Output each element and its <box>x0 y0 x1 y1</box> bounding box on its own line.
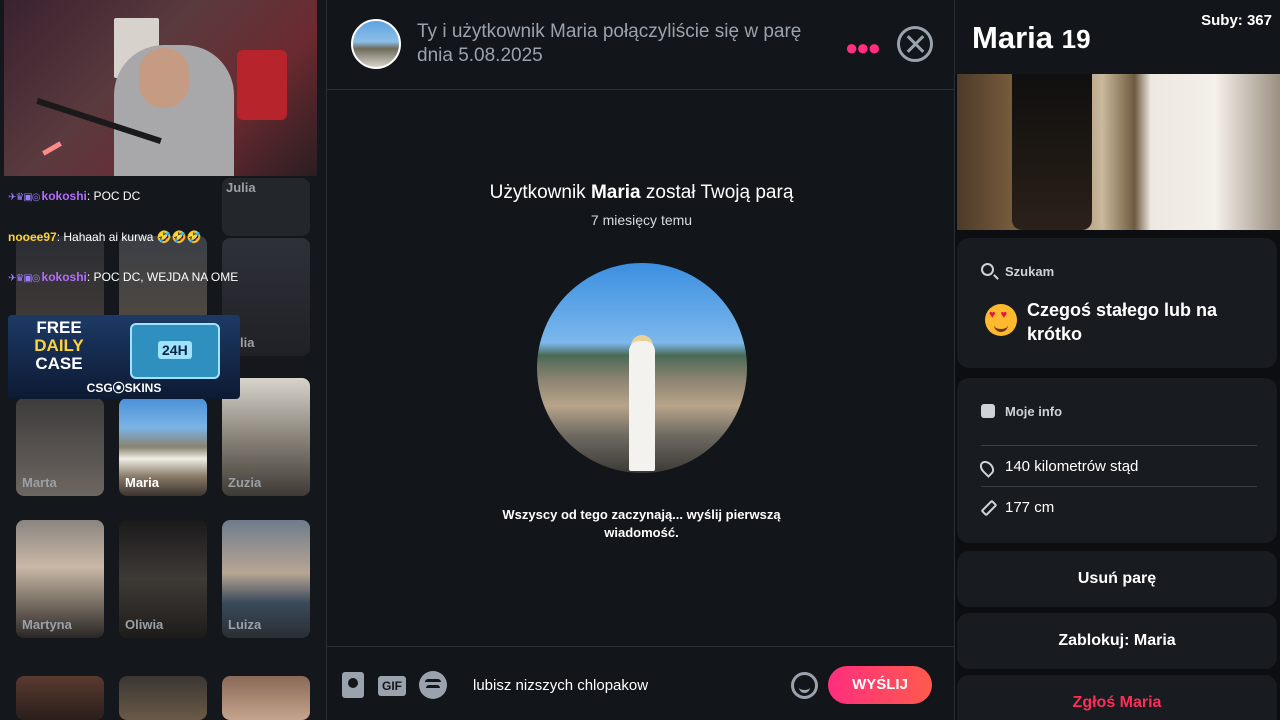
promo-brand: CSG⦿SKINS <box>86 381 162 395</box>
report-button[interactable]: Zgłoś Maria <box>957 675 1277 720</box>
streamer-webcam <box>4 0 317 176</box>
info-label: Moje info <box>1005 404 1063 419</box>
match-name: Maria <box>590 182 641 203</box>
profile-header: Maria 19 Suby: 367 <box>955 0 1280 74</box>
profile-age: 19 <box>1061 24 1091 54</box>
tile-name: Oliwia <box>125 617 164 632</box>
case-box-icon: 24H <box>130 323 220 379</box>
spotify-icon[interactable] <box>419 671 447 699</box>
profile-panel: Maria 19 Suby: 367 Szukam Czegoś stałego… <box>955 0 1280 720</box>
contact-card-icon[interactable] <box>342 672 364 698</box>
tile-name: Zuzia <box>228 475 262 490</box>
match-photo[interactable] <box>537 263 747 473</box>
grid-tile[interactable] <box>222 676 310 720</box>
close-conversation-icon[interactable] <box>897 26 933 62</box>
more-options-icon[interactable]: ●●● <box>845 35 881 61</box>
heart-eyes-emoji-icon <box>985 304 1017 336</box>
chat-username: kokoshi <box>41 189 87 203</box>
grid-tile-oliwia[interactable]: Oliwia <box>119 520 207 638</box>
tile-name: Luiza <box>228 617 262 632</box>
chat-text: : POC DC <box>86 189 141 203</box>
stream-overlay-column: Julia lia Marta Maria Zuzia Martyna Oliw… <box>0 0 326 720</box>
tile-name: Martyna <box>22 617 72 632</box>
seeking-value: Czegoś stałego lub na krótko <box>1027 300 1218 344</box>
promo-line: FREE <box>36 318 82 337</box>
tile-name: Marta <box>22 475 57 490</box>
conversation-header-text: Ty i użytkownik Maria połączyliście się … <box>417 21 802 66</box>
chat-text: : POC DC, WEJDA NA OME <box>86 270 239 284</box>
block-button[interactable]: Zablokuj: Maria <box>957 613 1277 669</box>
conversation-header: Ty i użytkownik Maria połączyliście się … <box>327 0 956 90</box>
chat-badges-icon: ✈♛▣◎ <box>8 192 41 203</box>
divider <box>981 445 1257 446</box>
seeking-card: Szukam Czegoś stałego lub na krótko <box>957 238 1277 368</box>
promo-line: CASE <box>35 354 83 373</box>
message-input[interactable] <box>473 673 773 697</box>
match-suffix: został Twoją parą <box>640 182 794 203</box>
chat-text: : Hahaah ai kurwa 🤣🤣🤣 <box>56 230 202 244</box>
promo-banner: FREE DAILY CASE 24H CSG⦿SKINS <box>8 315 240 399</box>
tile-name: Maria <box>125 475 159 490</box>
ruler-icon <box>980 499 998 517</box>
tile-name: Julia <box>226 180 256 195</box>
grid-tile[interactable] <box>119 676 207 720</box>
distance-text: 140 kilometrów stąd <box>1005 458 1139 475</box>
match-avatar[interactable] <box>351 19 401 69</box>
person-icon <box>981 404 995 418</box>
grid-tile-maria[interactable]: Maria <box>119 398 207 496</box>
message-composer: GIF WYŚLIJ <box>327 646 956 720</box>
info-card: Moje info 140 kilometrów stąd 177 cm <box>957 378 1277 543</box>
divider <box>981 486 1257 487</box>
chat-message: nooee97: Hahaah ai kurwa 🤣🤣🤣 <box>8 230 202 244</box>
seeking-label: Szukam <box>1005 264 1055 279</box>
emoji-icon[interactable] <box>791 672 818 699</box>
tile-name: lia <box>240 335 255 350</box>
height-text: 177 cm <box>1005 499 1055 516</box>
conversation-panel: Ty i użytkownik Maria połączyliście się … <box>326 0 956 720</box>
profile-photo[interactable] <box>957 74 1280 230</box>
case-box-label: 24H <box>158 341 192 359</box>
grid-tile[interactable]: Julia <box>222 178 310 236</box>
app-root: Julia lia Marta Maria Zuzia Martyna Oliw… <box>0 0 1280 720</box>
send-button[interactable]: WYŚLIJ <box>828 666 932 704</box>
grid-tile[interactable] <box>16 676 104 720</box>
unmatch-button[interactable]: Usuń parę <box>957 551 1277 607</box>
grid-tile-marta[interactable]: Marta <box>16 398 104 496</box>
match-prefix: Użytkownik <box>489 182 591 203</box>
grid-tile-luiza[interactable]: Luiza <box>222 520 310 638</box>
grid-tile-martyna[interactable]: Martyna <box>16 520 104 638</box>
promo-line: DAILY <box>34 336 84 355</box>
promo-headline: FREE DAILY CASE <box>24 319 94 373</box>
location-pin-icon <box>977 458 997 478</box>
chat-username: nooee97 <box>8 230 57 244</box>
match-time: 7 miesięcy temu <box>590 212 693 228</box>
search-icon <box>981 263 994 276</box>
subscriber-count: Suby: 367 <box>1201 12 1272 29</box>
chat-badges-icon: ✈♛▣◎ <box>8 273 41 284</box>
chat-username: kokoshi <box>41 270 87 284</box>
chat-message: ✈♛▣◎ kokoshi: POC DC, WEJDA NA OME <box>8 270 238 284</box>
gif-icon[interactable]: GIF <box>378 676 406 696</box>
match-title: Użytkownik Maria został Twoją parą <box>327 182 956 204</box>
first-message-hint: Wszyscy od tego zaczynają... wyślij pier… <box>502 507 781 540</box>
profile-name: Maria 19 <box>972 20 1091 56</box>
chat-message: ✈♛▣◎ kokoshi: POC DC <box>8 189 140 203</box>
profile-name-text: Maria <box>972 20 1053 55</box>
